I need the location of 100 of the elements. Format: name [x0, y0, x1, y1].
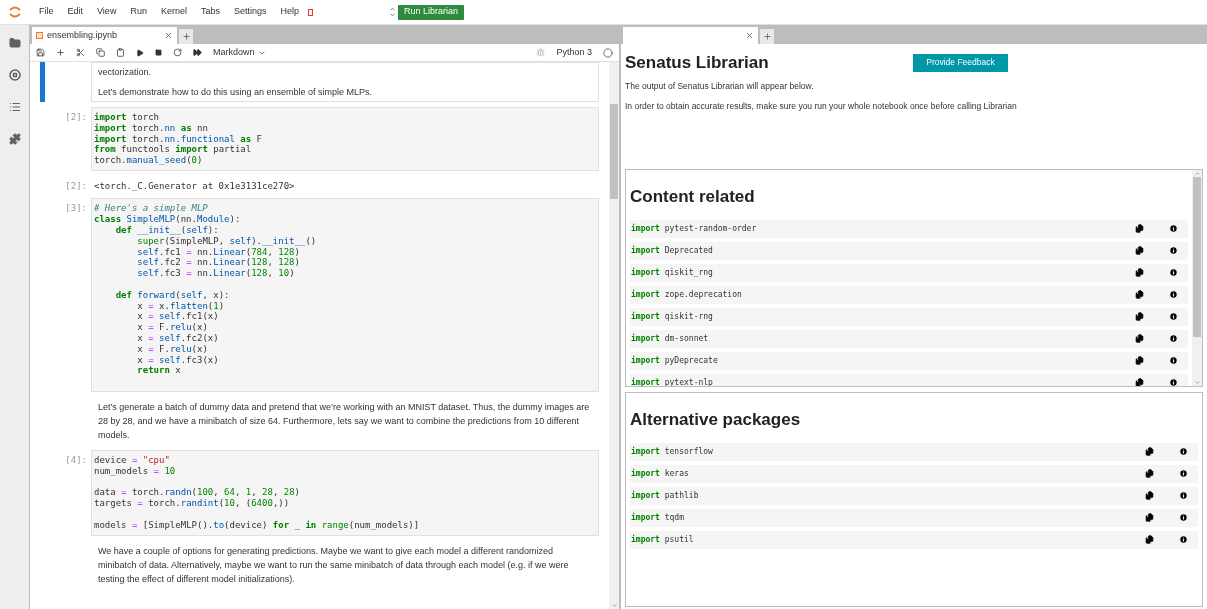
code-cell[interactable]: device = "cpu" num_models = 10 data = torch.randn(100, 64, 1, 28, 28) targets = torch.randint(10, (6400,)) models = [SimpleMLP().to(device) for _ in range(num_models)] — [91, 450, 599, 536]
info-icon[interactable] — [1179, 469, 1188, 478]
code-line: # Here's a simple MLP — [94, 203, 208, 215]
import-statement: import pytest-random-order — [631, 222, 758, 235]
menu-item[interactable]: Kernel — [153, 5, 194, 19]
section-heading: Content related — [630, 186, 755, 208]
app-logo[interactable] — [8, 5, 22, 19]
close-icon[interactable] — [164, 31, 173, 40]
menu-item[interactable]: Run — [123, 5, 154, 19]
import-statement: import qiskit-rng — [631, 310, 714, 323]
copy-icon[interactable] — [1135, 356, 1144, 365]
code-line: x = self.fc1(x) — [136, 311, 219, 323]
import-statement: import zope.deprecation — [631, 288, 743, 301]
info-icon[interactable] — [1169, 378, 1178, 386]
import-statement: import keras — [631, 467, 690, 480]
import-statement: import pytext-nlp — [631, 376, 714, 386]
info-icon[interactable] — [1169, 224, 1178, 233]
import-statement: import tqdm — [631, 511, 685, 524]
copy-icon[interactable] — [1145, 491, 1154, 500]
bug-icon — [536, 48, 546, 57]
info-icon[interactable] — [1179, 535, 1188, 544]
fast-forward-icon[interactable] — [193, 48, 202, 57]
copy-icon[interactable] — [1135, 290, 1144, 299]
kernel-name[interactable]: Python 3 — [556, 45, 592, 60]
restart-icon[interactable] — [173, 48, 182, 57]
feedback-button[interactable]: Provide Feedback — [913, 53, 1008, 72]
save-icon[interactable] — [36, 48, 45, 57]
add-icon[interactable] — [56, 48, 65, 57]
run-icon[interactable] — [136, 48, 144, 57]
menu-item[interactable]: Settings — [226, 5, 274, 19]
menu-item[interactable]: View — [90, 5, 124, 19]
info-icon[interactable] — [1169, 246, 1178, 255]
cell-type-dropdown[interactable]: Markdown — [213, 45, 266, 60]
markdown-paragraph: Let’s demonstrate how to do this using an ensemble of simple MLPs. — [98, 86, 373, 99]
code-line: x = self.fc3(x) — [136, 354, 219, 366]
new-tab-button[interactable] — [760, 29, 774, 44]
copy-icon[interactable] — [1145, 447, 1154, 456]
cut-icon[interactable] — [76, 48, 85, 57]
scrollbar-thumb[interactable] — [610, 104, 618, 199]
info-icon[interactable] — [1179, 447, 1188, 456]
copy-icon[interactable] — [1135, 268, 1144, 277]
menu-item[interactable]: Help — [273, 5, 306, 19]
code-line: x = F.relu(x) — [136, 322, 208, 334]
info-icon[interactable] — [1169, 268, 1178, 277]
puzzle-icon[interactable] — [8, 133, 21, 145]
code-line: super(SimpleMLP, self).__init__() — [136, 235, 317, 247]
paste-icon[interactable] — [116, 48, 125, 57]
import-statement: import tensorflow — [631, 445, 714, 458]
markdown-paragraph: Let’s generate a batch of dummy data and pretend that we’re working with an MNIST dataset. Thus, the dummy images are 28 by 28, and we have a minibatch of size 64. Furthermore, lets say we want to combine the predictions from 10 different models. — [98, 401, 591, 443]
code-line: class SimpleMLP(nn.Module): — [94, 214, 241, 226]
code-line: import torch — [94, 112, 160, 123]
import-statement: import pathlib — [631, 489, 700, 502]
menu-item[interactable]: File — [32, 5, 61, 19]
scrollbar-thumb[interactable] — [1193, 177, 1201, 337]
copy-icon[interactable] — [1135, 378, 1144, 386]
markdown-paragraph: vectorization. — [98, 66, 153, 79]
import-statement: import dm-sonnet — [631, 332, 710, 345]
notification-icon[interactable] — [308, 8, 313, 16]
code-cell[interactable] — [91, 198, 599, 393]
stop-icon[interactable] — [155, 49, 162, 56]
code-line: from functools import partial — [94, 144, 252, 156]
info-icon[interactable] — [1169, 290, 1178, 299]
scrollbar[interactable] — [1192, 170, 1202, 386]
info-icon[interactable] — [1169, 356, 1178, 365]
copy-icon[interactable] — [1135, 224, 1144, 233]
info-icon[interactable] — [1169, 334, 1178, 343]
copy-icon[interactable] — [1135, 312, 1144, 321]
code-line: device = "cpu" — [94, 455, 170, 466]
code-line: models = [SimpleMLP().to(device) for _ in range(num_models)] — [94, 519, 420, 531]
cell-prompt: [3]: — [65, 203, 87, 214]
code-cell[interactable]: import torch import torch.nn as nn import torch.nn.functional as F from functools import partial torch.manual_seed(0) — [91, 107, 599, 171]
copy-icon[interactable] — [1135, 246, 1144, 255]
menu-item[interactable]: Edit — [60, 5, 91, 19]
section-heading: Alternative packages — [630, 409, 801, 431]
copy-icon[interactable] — [1145, 513, 1154, 522]
code-line: targets = torch.randint(10, (6400,)) — [94, 498, 290, 509]
code-line: self.fc2 = nn.Linear(128, 128) — [136, 257, 300, 269]
info-text: In order to obtain accurate results, make sure you run your whole notebook once before calling Librarian — [625, 100, 1018, 113]
info-icon[interactable] — [1179, 491, 1188, 500]
plus-icon — [762, 32, 772, 41]
scrollbar[interactable] — [609, 62, 619, 609]
menu-item[interactable]: Tabs — [193, 5, 227, 19]
copy-icon[interactable] — [1135, 334, 1144, 343]
close-icon[interactable] — [745, 31, 754, 40]
copy-icon[interactable] — [1145, 535, 1154, 544]
info-icon[interactable] — [1179, 513, 1188, 522]
code-line: data = torch.randn(100, 64, 1, 28, 28) — [94, 487, 300, 499]
info-icon[interactable] — [1169, 312, 1178, 321]
import-statement: import Deprecated — [631, 244, 714, 257]
list-icon[interactable] — [8, 101, 21, 113]
folder-icon[interactable] — [8, 37, 21, 49]
copy-icon[interactable] — [1145, 469, 1154, 478]
notebook-tab[interactable]: ensembling.ipynb — [32, 27, 177, 44]
code-line: x = F.relu(x) — [136, 343, 208, 355]
code-line: x = self.fc2(x) — [136, 333, 219, 344]
code-line: import torch.nn as nn — [94, 122, 208, 134]
code-line: return x — [136, 365, 181, 377]
run-librarian-button[interactable]: Run Librarian — [398, 4, 464, 20]
import-statement: import pyDeprecate — [631, 354, 719, 367]
notebook-icon — [36, 32, 43, 39]
